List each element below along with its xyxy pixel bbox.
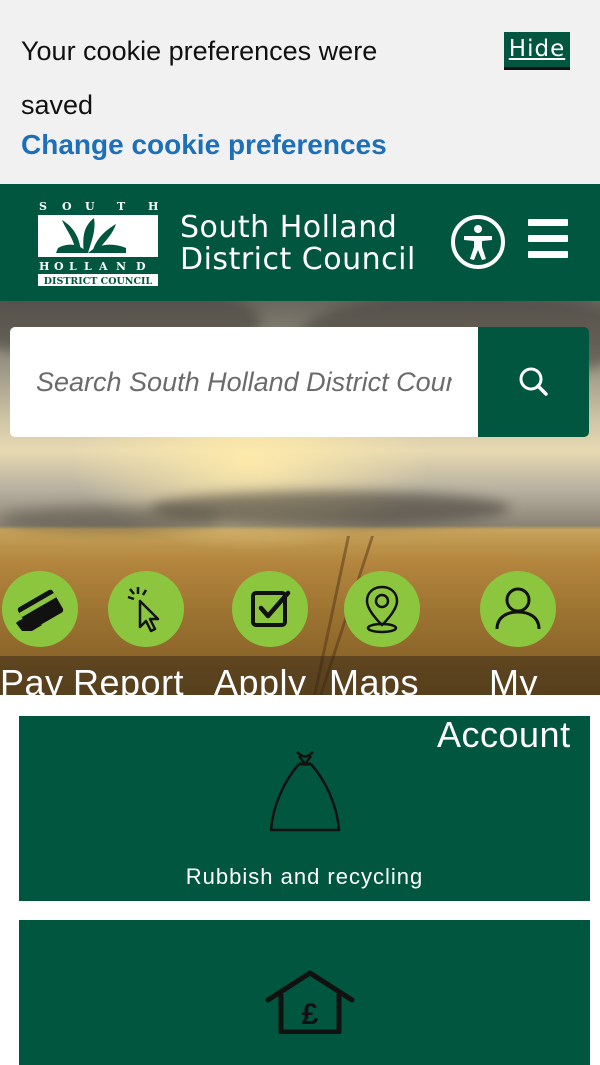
logo-text-district: DISTRICT COUNCIL <box>44 276 153 287</box>
checkbox-icon <box>251 590 291 627</box>
logo-text-south: SOUTH <box>39 200 158 213</box>
cookie-banner: Your cookie preferences were saved Hide … <box>0 0 600 184</box>
quick-link-pay-label: Pay <box>0 662 64 696</box>
svg-text:£: £ <box>302 998 319 1031</box>
quick-link-report-label: Report <box>73 662 185 696</box>
cookie-message: Your cookie preferences were saved <box>21 36 378 120</box>
user-icon <box>495 587 541 630</box>
council-name-line1: South Holland <box>180 210 398 245</box>
cursor-click-icon <box>127 587 160 633</box>
council-name: South Holland District Council <box>180 212 416 276</box>
tile-council-tax[interactable]: £ <box>19 920 590 1065</box>
rubbish-bag-icon <box>269 751 341 832</box>
quick-link-apply-label: Apply <box>214 662 307 696</box>
quick-link-maps-label: Maps <box>329 662 420 696</box>
hide-cookie-banner-button[interactable]: Hide <box>504 32 570 70</box>
council-name-line2: District Council <box>180 242 416 277</box>
council-logo-image: SOUTH HOLLAND DISTRICT COUNCIL <box>38 200 158 287</box>
site-header: SOUTH HOLLAND DISTRICT COUNCIL South Hol… <box>0 184 600 301</box>
change-cookie-preferences-link[interactable]: Change cookie preferences <box>21 127 387 163</box>
search-input[interactable] <box>10 327 478 437</box>
accessibility-icon <box>451 215 505 269</box>
hero-banner: Pay Report Apply <box>0 301 600 695</box>
tile-rubbish-label: Rubbish and recycling <box>185 864 424 889</box>
search-icon <box>519 367 548 396</box>
hamburger-menu-icon <box>528 219 568 226</box>
quick-links: Pay Report Apply Maps My <box>0 571 600 695</box>
map-pin-icon <box>365 585 399 634</box>
council-logo[interactable]: SOUTH HOLLAND DISTRICT COUNCIL <box>36 198 160 288</box>
search-button[interactable] <box>478 327 589 437</box>
card-payment-icon <box>16 589 64 631</box>
accessibility-button[interactable] <box>450 214 506 270</box>
search-bar <box>10 327 589 437</box>
menu-button[interactable] <box>528 219 568 259</box>
quick-link-account-label: Account <box>437 714 571 755</box>
logo-text-holland: HOLLAND <box>39 260 146 273</box>
house-pound-icon: £ <box>265 970 355 1034</box>
quick-link-my-label: My <box>489 662 538 696</box>
